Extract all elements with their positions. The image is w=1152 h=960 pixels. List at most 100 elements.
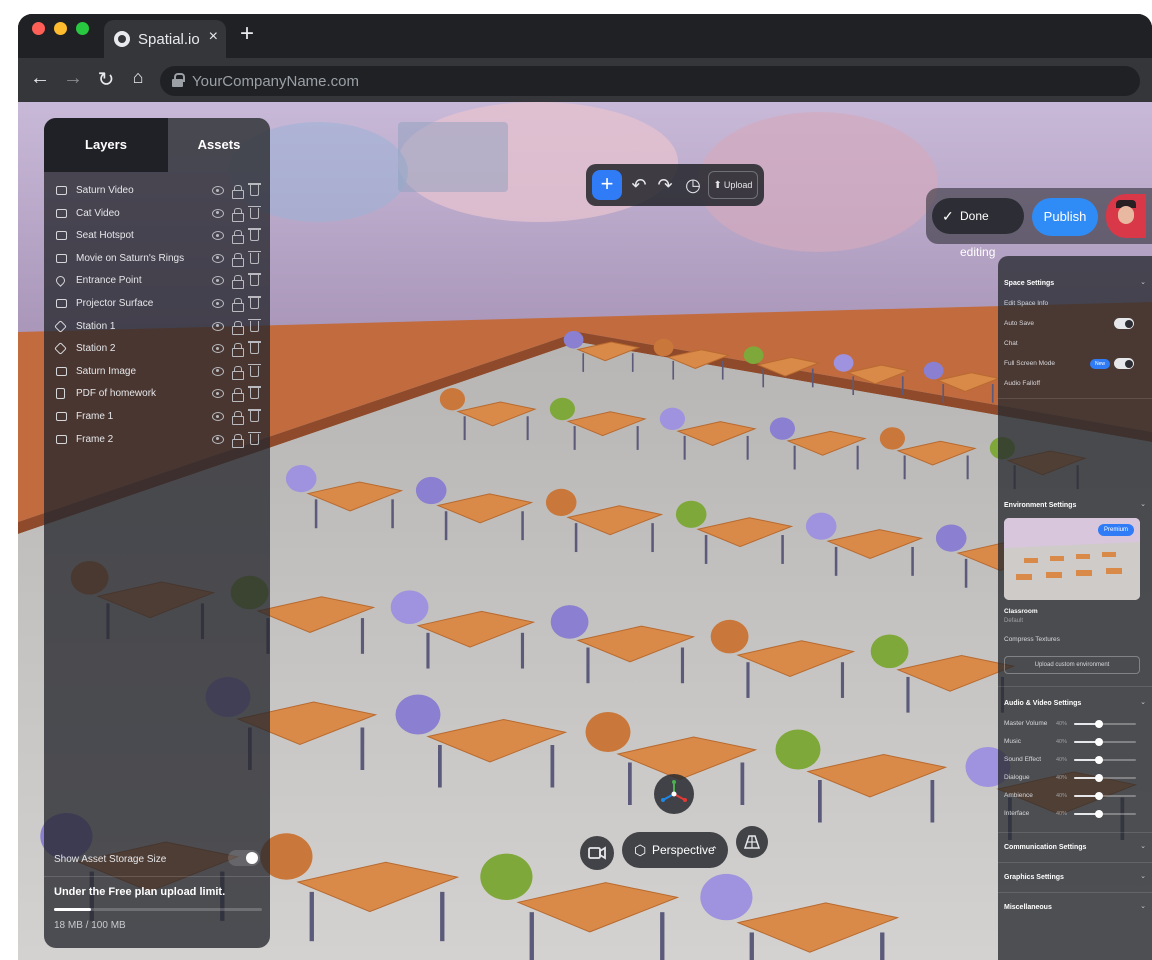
lock-icon[interactable]	[232, 388, 244, 403]
eye-icon[interactable]	[212, 321, 224, 331]
minimize-window-icon[interactable]	[54, 22, 67, 35]
lock-icon[interactable]	[232, 298, 244, 312]
reload-icon[interactable]: ↻	[94, 67, 118, 92]
chevron-down-icon[interactable]: ⌄	[1140, 842, 1146, 850]
full-screen-toggle[interactable]	[1114, 358, 1134, 369]
chevron-down-icon[interactable]: ⌄	[1140, 278, 1146, 286]
audio-video-settings-title[interactable]: Audio & Video Settings	[1004, 700, 1081, 707]
volume-slider[interactable]	[1074, 756, 1136, 764]
perspective-dropdown[interactable]: ⬡ Perspective ⌃	[622, 832, 728, 868]
trash-icon[interactable]	[248, 431, 261, 445]
back-arrow-icon[interactable]: ←	[28, 67, 52, 90]
done-editing-button[interactable]: ✓ Done editing	[932, 198, 1024, 259]
camera-view-button[interactable]	[580, 836, 614, 870]
eye-icon[interactable]	[212, 299, 224, 308]
edit-space-info[interactable]: Edit Space Info	[1004, 300, 1048, 307]
eye-icon[interactable]	[212, 253, 224, 263]
undo-icon[interactable]: ↶	[626, 172, 652, 198]
lock-icon[interactable]	[232, 207, 244, 222]
lock-icon[interactable]	[232, 230, 244, 245]
slider-knob[interactable]	[1094, 774, 1103, 782]
volume-slider[interactable]	[1074, 792, 1136, 800]
home-icon[interactable]: ⌂	[126, 67, 150, 88]
new-tab-icon[interactable]: +	[240, 22, 254, 46]
history-icon[interactable]: ◷	[680, 172, 706, 198]
volume-slider[interactable]	[1074, 810, 1136, 818]
graphics-settings-title[interactable]: Graphics Settings	[1004, 874, 1064, 881]
layer-row[interactable]: Projector Surface	[54, 295, 262, 315]
eye-icon[interactable]	[212, 276, 224, 286]
trash-icon[interactable]	[248, 363, 261, 377]
lock-icon[interactable]	[232, 365, 244, 380]
lock-icon[interactable]	[232, 320, 244, 335]
lock-icon[interactable]	[232, 252, 244, 267]
trash-icon[interactable]	[248, 183, 261, 196]
trash-icon[interactable]	[248, 205, 261, 219]
storage-size-toggle[interactable]	[228, 850, 260, 866]
layer-row[interactable]: Saturn Video	[54, 182, 262, 202]
miscellaneous-title[interactable]: Miscellaneous	[1004, 904, 1052, 911]
eye-icon[interactable]	[212, 208, 224, 218]
redo-icon[interactable]: ↷	[652, 172, 678, 198]
trash-icon[interactable]	[248, 409, 261, 422]
communication-settings-title[interactable]: Communication Settings	[1004, 844, 1086, 851]
lock-icon[interactable]	[232, 185, 244, 199]
eye-icon[interactable]	[212, 366, 224, 376]
layer-row[interactable]: Station 2	[54, 340, 262, 360]
url-text[interactable]: YourCompanyName.com	[192, 73, 359, 90]
lock-icon[interactable]	[232, 343, 244, 358]
chevron-down-icon[interactable]: ⌄	[1140, 698, 1146, 706]
volume-slider[interactable]	[1074, 720, 1136, 728]
browser-tab[interactable]: Spatial.io ×	[104, 20, 226, 58]
trash-icon[interactable]	[248, 318, 261, 332]
space-settings-title[interactable]: Space Settings	[1004, 280, 1054, 287]
layer-row[interactable]: Seat Hotspot	[54, 227, 262, 247]
tab-layers[interactable]: Layers	[44, 118, 168, 172]
slider-knob[interactable]	[1094, 810, 1103, 818]
tab-assets[interactable]: Assets	[168, 118, 270, 172]
3d-viewport[interactable]: Layers Assets Saturn Video Cat Video Seat …	[18, 102, 1152, 960]
trash-icon[interactable]	[248, 228, 261, 242]
maximize-window-icon[interactable]	[76, 22, 89, 35]
trash-icon[interactable]	[248, 273, 261, 287]
layer-row[interactable]: Movie on Saturn's Rings	[54, 250, 262, 270]
environment-settings-title[interactable]: Environment Settings	[1004, 502, 1076, 509]
layer-row[interactable]: Frame 1	[54, 408, 262, 428]
add-button[interactable]: +	[592, 170, 622, 200]
layer-row[interactable]: Entrance Point	[54, 272, 262, 292]
layer-row[interactable]: Saturn Image	[54, 363, 262, 383]
auto-save-toggle[interactable]	[1114, 318, 1134, 329]
orientation-gizmo[interactable]	[654, 774, 694, 814]
layer-row[interactable]: Frame 2	[54, 431, 262, 451]
chevron-down-icon[interactable]: ⌄	[1140, 872, 1146, 880]
trash-icon[interactable]	[248, 386, 261, 400]
chevron-down-icon[interactable]: ⌄	[1140, 902, 1146, 910]
trash-icon[interactable]	[248, 250, 261, 264]
forward-arrow-icon[interactable]: →	[61, 67, 85, 90]
layer-row[interactable]: Station 1	[54, 318, 262, 338]
eye-icon[interactable]	[212, 186, 224, 195]
chevron-down-icon[interactable]: ⌄	[1140, 500, 1146, 508]
trash-icon[interactable]	[248, 341, 261, 355]
environment-thumbnail[interactable]: Premium	[1004, 518, 1140, 600]
trash-icon[interactable]	[248, 296, 261, 309]
lock-icon[interactable]	[232, 411, 244, 425]
avatar[interactable]	[1106, 194, 1146, 238]
grid-toggle-button[interactable]	[736, 826, 768, 858]
layer-row[interactable]: Cat Video	[54, 205, 262, 225]
slider-knob[interactable]	[1094, 792, 1103, 800]
layer-row[interactable]: PDF of homework	[54, 385, 262, 405]
eye-icon[interactable]	[212, 344, 224, 354]
slider-knob[interactable]	[1094, 738, 1103, 746]
close-window-icon[interactable]	[32, 22, 45, 35]
eye-icon[interactable]	[212, 231, 224, 241]
volume-slider[interactable]	[1074, 738, 1136, 746]
eye-icon[interactable]	[212, 412, 224, 421]
eye-icon[interactable]	[212, 434, 224, 444]
eye-icon[interactable]	[212, 389, 224, 399]
publish-button[interactable]: Publish	[1032, 198, 1098, 236]
address-bar[interactable]: YourCompanyName.com	[160, 66, 1140, 96]
upload-custom-environment-button[interactable]: Upload custom environment	[1004, 656, 1140, 674]
tab-close-icon[interactable]: ×	[209, 28, 218, 46]
upload-button[interactable]: ⬆ Upload	[708, 171, 758, 199]
